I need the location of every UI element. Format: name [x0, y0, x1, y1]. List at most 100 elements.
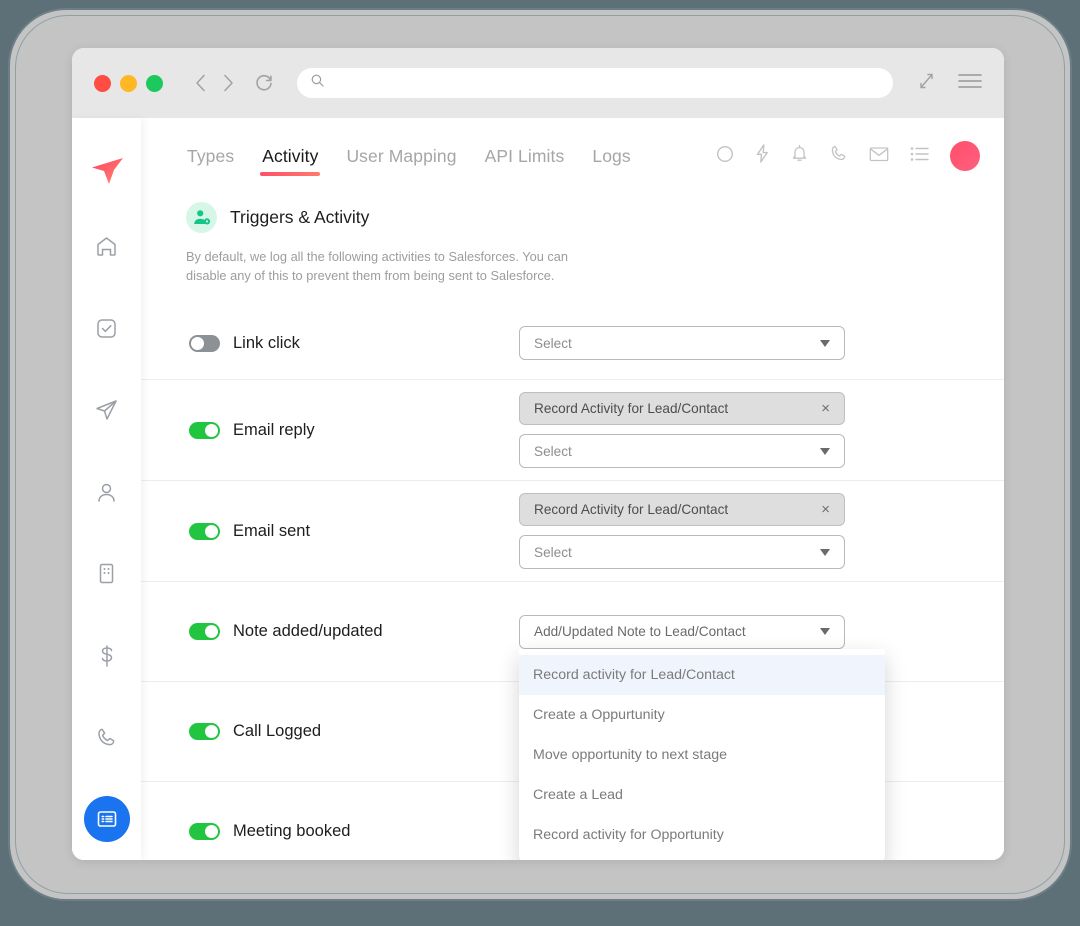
chevron-down-icon: [820, 548, 830, 556]
back-chevron-icon[interactable]: [189, 70, 211, 96]
row-label: Email reply: [233, 420, 315, 439]
sidebar-item-deals[interactable]: [72, 615, 141, 697]
section-description: By default, we log all the following act…: [186, 249, 568, 284]
list-icon[interactable]: [910, 146, 929, 167]
close-icon[interactable]: ×: [821, 401, 830, 416]
sidebar-item-sequences[interactable]: [72, 370, 141, 452]
toggle-knob: [191, 336, 204, 350]
toggle-knob: [205, 524, 218, 538]
url-input[interactable]: [332, 75, 879, 91]
row-right: Record Activity for Lead/Contact × Selec…: [519, 493, 885, 570]
dropdown-option[interactable]: Create a Oppurtunity: [519, 695, 885, 735]
tab-label: Logs: [592, 145, 631, 166]
row-left: Note added/updated: [141, 622, 519, 641]
maximize-window-button[interactable]: [146, 74, 163, 92]
dropdown-menu: Record activity for Lead/Contact Create …: [519, 648, 885, 860]
minimize-window-button[interactable]: [120, 74, 137, 92]
address-bar[interactable]: [297, 68, 893, 98]
section-header: Triggers & Activity: [141, 194, 1004, 233]
sidebar-item-accounts[interactable]: [72, 533, 141, 615]
toggle-email-sent[interactable]: [189, 522, 220, 540]
sidebar: [72, 118, 141, 860]
reload-icon[interactable]: [253, 70, 275, 96]
select-link-click[interactable]: Select: [519, 326, 845, 361]
window-controls: [94, 74, 163, 92]
row-right: Select: [519, 326, 885, 361]
mail-icon[interactable]: [869, 146, 889, 167]
select-value: Select: [534, 335, 572, 351]
circle-icon[interactable]: [716, 145, 734, 168]
dropdown-option[interactable]: Record activity for Lead/Contact: [519, 654, 885, 695]
browser-window: Types Activity User Mapping API Limits L…: [72, 48, 1004, 860]
hamburger-menu-icon[interactable]: [958, 73, 982, 94]
table-row: Email reply Record Activity for Lead/Con…: [141, 379, 1004, 480]
row-left: Email sent: [141, 522, 519, 541]
sidebar-item-contacts[interactable]: [72, 451, 141, 533]
row-right: Record Activity for Lead/Contact × Selec…: [519, 392, 885, 469]
tab-activity[interactable]: Activity: [248, 118, 332, 194]
tab-label: User Mapping: [346, 145, 457, 166]
select-note-added[interactable]: Add/Updated Note to Lead/Contact: [519, 614, 845, 649]
row-label: Email sent: [233, 521, 311, 540]
row-left: Link click: [141, 334, 519, 353]
trigger-rows: Link click Select Email reply Record Act…: [141, 307, 1004, 860]
row-label: Call Logged: [233, 722, 322, 741]
toggle-note-added[interactable]: [189, 623, 220, 641]
navigation-buttons: [189, 70, 275, 96]
row-label: Note added/updated: [233, 622, 383, 641]
expand-arrow-icon[interactable]: [917, 71, 936, 96]
sidebar-item-reports[interactable]: [72, 778, 141, 860]
toggle-link-click[interactable]: [189, 334, 220, 352]
chip-label: Record Activity for Lead/Contact: [534, 401, 729, 417]
tab-user-mapping[interactable]: User Mapping: [332, 118, 470, 194]
dropdown-option[interactable]: Move opportunity to next stage: [519, 735, 885, 775]
dropdown-option[interactable]: Record activity for Opportunity: [519, 815, 885, 855]
toggle-knob: [205, 423, 218, 437]
chevron-down-icon: [820, 628, 830, 636]
sidebar-item-home[interactable]: [72, 206, 141, 288]
row-left: Email reply: [141, 421, 519, 440]
select-value: Select: [534, 443, 572, 459]
tab-logs[interactable]: Logs: [578, 118, 644, 194]
sidebar-active-indicator: [83, 796, 130, 843]
sidebar-item-tasks[interactable]: [72, 288, 141, 370]
tab-bar: Types Activity User Mapping API Limits L…: [141, 118, 1004, 194]
toggle-knob: [205, 725, 218, 739]
chevron-down-icon: [820, 339, 830, 347]
row-label: Link click: [233, 333, 300, 352]
dropdown-option[interactable]: Create a Lead: [519, 775, 885, 815]
phone-icon[interactable]: [829, 144, 848, 168]
toggle-knob: [205, 625, 218, 639]
app-logo[interactable]: [72, 136, 141, 206]
row-left: Call Logged: [141, 722, 519, 741]
lightning-bolt-icon[interactable]: [755, 144, 770, 168]
forward-chevron-icon[interactable]: [217, 70, 239, 96]
close-window-button[interactable]: [94, 74, 111, 92]
user-settings-icon: [186, 202, 217, 233]
row-right: Add/Updated Note to Lead/Contact Record …: [519, 614, 885, 860]
tab-api-limits[interactable]: API Limits: [471, 118, 579, 194]
bell-icon[interactable]: [791, 144, 808, 168]
toggle-meeting-booked[interactable]: [189, 823, 220, 841]
sidebar-item-calls[interactable]: [72, 696, 141, 778]
tab-types[interactable]: Types: [173, 118, 248, 194]
browser-actions: [917, 71, 982, 96]
toggle-knob: [205, 825, 218, 839]
search-icon: [311, 74, 324, 92]
row-label: Meeting booked: [233, 822, 351, 841]
app-body: Types Activity User Mapping API Limits L…: [72, 118, 1004, 860]
chip-label: Record Activity for Lead/Contact: [534, 502, 729, 518]
tab-label: Activity: [262, 145, 319, 166]
tab-label: Types: [187, 145, 235, 166]
toggle-email-reply[interactable]: [189, 421, 220, 439]
select-email-sent[interactable]: Select: [519, 535, 845, 570]
select-email-reply[interactable]: Select: [519, 434, 845, 469]
selected-action-chip: Record Activity for Lead/Contact ×: [519, 493, 845, 527]
select-value: Select: [534, 544, 572, 560]
header-actions: [716, 141, 986, 171]
avatar[interactable]: [950, 141, 980, 171]
select-value: Add/Updated Note to Lead/Contact: [534, 624, 746, 640]
toggle-call-logged[interactable]: [189, 723, 220, 741]
close-icon[interactable]: ×: [821, 502, 830, 517]
device-frame: Types Activity User Mapping API Limits L…: [8, 8, 1072, 901]
